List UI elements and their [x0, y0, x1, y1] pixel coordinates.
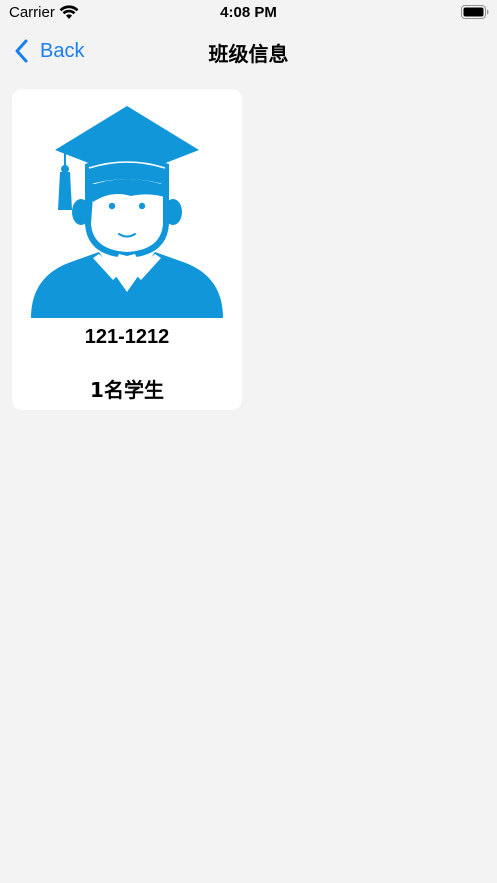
- battery-full-icon: [461, 5, 489, 19]
- status-time: 4:08 PM: [220, 4, 277, 21]
- screen: Carrier 4:08 PM Back 班级信息 121-1212 1名学生: [0, 0, 497, 883]
- page-title: 班级信息: [208, 42, 289, 66]
- class-name: 121-1212: [84, 326, 170, 348]
- graduate-avatar-icon: [31, 106, 223, 318]
- student-count: 1名学生: [90, 378, 164, 402]
- navigation-bar: Back 班级信息: [0, 26, 497, 76]
- status-bar: Carrier 4:08 PM: [0, 0, 497, 26]
- class-card[interactable]: 121-1212 1名学生: [12, 89, 242, 410]
